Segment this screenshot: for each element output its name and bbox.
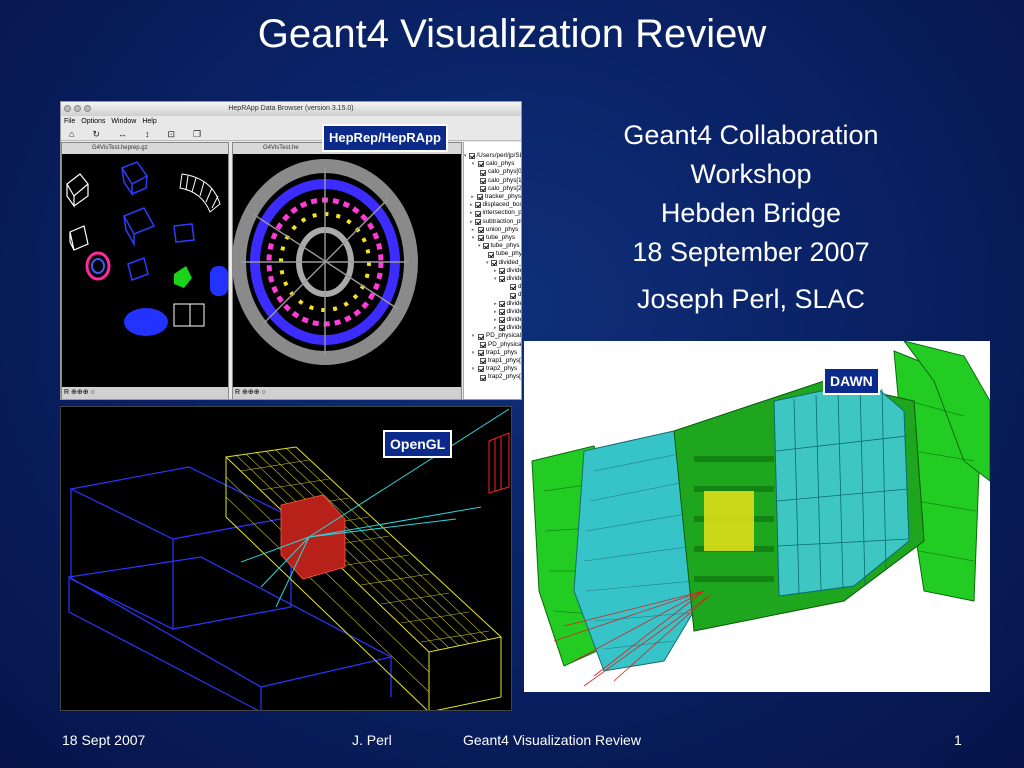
heprapp-view-1: G4VisTest.heprep.gz R ⊕⊕⊕ ○ bbox=[61, 142, 229, 399]
tree-item: tube_phys[0] bbox=[464, 250, 521, 258]
tree-item: ▾divided_tube bbox=[494, 275, 521, 283]
window-traffic-lights bbox=[64, 105, 91, 112]
footer-author: J. Perl bbox=[352, 732, 392, 748]
tree-item: ▾ tube_phys bbox=[471, 234, 516, 242]
tree-item: ▾ calo_phys bbox=[471, 160, 515, 168]
footer-page-number: 1 bbox=[954, 732, 962, 748]
tree-item: ▸ tracker_phys bbox=[471, 193, 521, 201]
tree-item: ▸subtraction_phys bbox=[470, 217, 521, 225]
opengl-label: OpenGL bbox=[383, 430, 453, 458]
tree-item: ▸displaced_box_phys bbox=[470, 201, 521, 209]
tree-item: calo_phys[1] bbox=[464, 177, 521, 185]
heprapp-view-2: G4VisTest.he R ⊕⊕⊕ ○ bbox=[232, 142, 462, 399]
tree-item: ▾ trap2_phys bbox=[471, 365, 518, 373]
tree-item: ▸divided_tube bbox=[494, 299, 521, 307]
slide-title: Geant4 Visualization Review bbox=[257, 12, 767, 56]
tree-item: ▸intersection_phys bbox=[470, 209, 521, 217]
info-line-workshop: Workshop bbox=[690, 159, 812, 189]
tree-item: ▾divided_tube_ph bbox=[486, 258, 521, 266]
heprapp-tree: ▾/Users/perl/jp/SLAC/HepR ▾calo_phys cal… bbox=[463, 142, 521, 399]
dawn-label: DAWN bbox=[823, 367, 880, 395]
info-line-collaboration: Geant4 Collaboration bbox=[623, 120, 879, 150]
tree-item: ▸ union_phys bbox=[471, 225, 519, 233]
resize-horizontal-icon: ↔ bbox=[117, 129, 127, 139]
tree-root: ▾/Users/perl/jp/SLAC/HepR bbox=[464, 152, 521, 160]
workshop-info: Geant4 Collaboration Workshop Hebden Bri… bbox=[590, 116, 912, 319]
tree-item: calo_phys[2] bbox=[464, 185, 521, 193]
tool-icon: ⊡ bbox=[167, 129, 176, 139]
heprapp-label: HepRep/HepRApp bbox=[322, 124, 448, 152]
view-1-geometry bbox=[66, 161, 228, 336]
view-2-detector bbox=[232, 159, 418, 365]
tree-item: trap1_phys[0] bbox=[464, 357, 521, 365]
info-author: Joseph Perl, SLAC bbox=[636, 284, 866, 314]
tree-item: ▸divided_tube bbox=[494, 316, 521, 324]
resize-vertical-icon: ↕ bbox=[144, 129, 150, 139]
heprapp-window-titlebar: HepRApp Data Browser (version 3.15.0) bbox=[61, 102, 521, 116]
home-icon: ⌂ bbox=[69, 129, 75, 139]
tree-item: ▾ PD_physical bbox=[471, 332, 521, 340]
copy-icon: ❐ bbox=[193, 129, 202, 139]
heprapp-screenshot: HepRApp Data Browser (version 3.15.0) Fi… bbox=[60, 101, 522, 400]
tree-item: ▾ trap1_phys bbox=[471, 348, 518, 356]
tree-item: divided_t bbox=[464, 291, 521, 299]
dawn-screenshot bbox=[524, 341, 990, 692]
info-line-location: Hebden Bridge bbox=[660, 198, 842, 228]
view-1-statusbar: R ⊕⊕⊕ ○ bbox=[62, 387, 228, 399]
tree-item: divided_t bbox=[464, 283, 521, 291]
tree-item: ▾tube_phys and SubT bbox=[478, 242, 521, 250]
footer-date: 18 Sept 2007 bbox=[62, 732, 146, 748]
menu-options: Options bbox=[81, 118, 106, 125]
tree-item: ▸divided_tube bbox=[494, 324, 521, 332]
info-line-date: 18 September 2007 bbox=[632, 237, 870, 267]
footer-title: Geant4 Visualization Review bbox=[463, 732, 641, 748]
menu-help: Help bbox=[142, 118, 157, 125]
tree-item: calo_phys[0] bbox=[464, 168, 521, 176]
refresh-icon: ↻ bbox=[92, 129, 100, 139]
heprapp-menubar: File Options Window Help bbox=[61, 116, 521, 127]
view-2-statusbar: R ⊕⊕⊕ ○ bbox=[233, 387, 461, 399]
tree-item: ▸divided_tube bbox=[494, 266, 521, 274]
heprapp-window-title: HepRApp Data Browser (version 3.15.0) bbox=[228, 105, 354, 112]
tree-item: trap2_phys[0] bbox=[464, 373, 521, 381]
tree-item: PD_physical[0] bbox=[464, 341, 521, 349]
menu-file: File bbox=[64, 118, 76, 125]
tree-item: ▸divided_tube bbox=[494, 307, 521, 315]
dawn-scene bbox=[531, 341, 990, 687]
heprapp-toolbar: ⌂ ↻ ↔ ↕ ⊡ ❐ bbox=[61, 127, 521, 141]
view-1-title: G4VisTest.heprep.gz bbox=[62, 143, 228, 154]
menu-window: Window bbox=[111, 118, 137, 125]
